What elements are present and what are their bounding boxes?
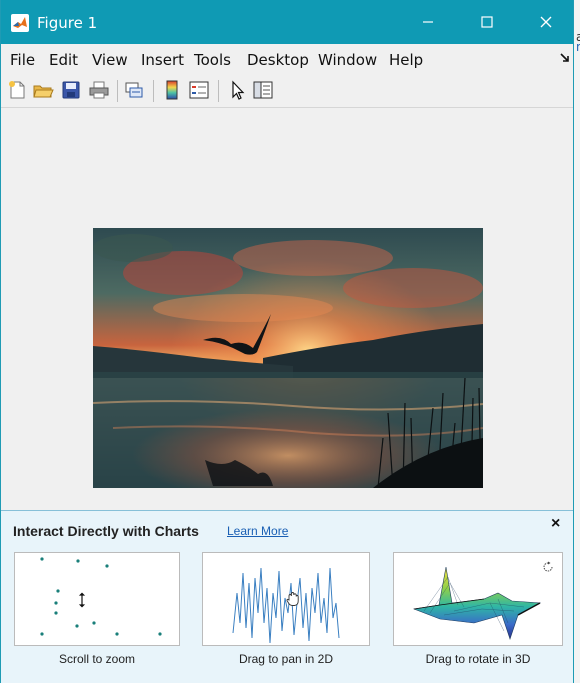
maximize-button[interactable]: [464, 0, 510, 44]
save-icon[interactable]: [60, 79, 82, 101]
background-text-fragment: n: [576, 40, 580, 54]
edit-plot-icon[interactable]: [226, 79, 248, 101]
figure-window: Figure 1 File Edit View Insert Tools Des…: [0, 0, 574, 683]
pan-tip-card: [202, 552, 370, 646]
scroll-zoom-caption: Scroll to zoom: [58, 652, 136, 666]
rotate-tip-card: [393, 552, 563, 646]
scroll-zoom-tip-card: [14, 552, 180, 646]
maximize-icon: [481, 16, 493, 28]
dock-figure-icon[interactable]: [559, 52, 571, 64]
surface-plot-thumbnail: [412, 566, 542, 640]
toolbar-separator: [218, 80, 219, 102]
link-plot-icon[interactable]: [123, 79, 145, 101]
rotate-caption: Drag to rotate in 3D: [425, 652, 531, 666]
scatter-plot-thumbnail: [40, 557, 162, 636]
menu-insert[interactable]: Insert: [141, 51, 184, 69]
rotate-cursor-icon: [543, 561, 553, 572]
menu-edit[interactable]: Edit: [49, 51, 78, 69]
learn-more-link[interactable]: Learn More: [227, 524, 288, 538]
close-icon: [540, 16, 552, 28]
minimize-button[interactable]: [405, 0, 451, 44]
menu-bar: File Edit View Insert Tools Desktop Wind…: [1, 44, 573, 74]
menu-desktop[interactable]: Desktop: [247, 51, 309, 69]
matlab-logo-icon: [11, 14, 29, 32]
menu-file[interactable]: File: [10, 51, 35, 69]
figure-canvas[interactable]: [1, 108, 573, 510]
window-title: Figure 1: [37, 14, 98, 32]
menu-window[interactable]: Window: [318, 51, 377, 69]
panel-close-button[interactable]: ×: [551, 515, 560, 533]
figure-toolbar: [1, 74, 573, 108]
sunset-lake-bird-photo: [93, 228, 483, 488]
toolbar-separator: [153, 80, 154, 102]
property-inspector-icon[interactable]: [252, 79, 274, 101]
menu-view[interactable]: View: [92, 51, 128, 69]
title-bar[interactable]: Figure 1: [1, 0, 573, 44]
pan-caption: Drag to pan in 2D: [238, 652, 334, 666]
print-icon[interactable]: [88, 79, 110, 101]
minimize-icon: [423, 21, 433, 23]
new-figure-icon[interactable]: [6, 79, 28, 101]
insert-colorbar-icon[interactable]: [161, 79, 183, 101]
menu-help[interactable]: Help: [389, 51, 423, 69]
close-button[interactable]: [523, 0, 569, 44]
insert-legend-icon[interactable]: [188, 79, 210, 101]
panel-title: Interact Directly with Charts: [13, 523, 199, 539]
menu-tools[interactable]: Tools: [194, 51, 231, 69]
toolbar-separator: [117, 80, 118, 102]
scroll-zoom-cursor-icon: [77, 591, 87, 609]
hand-pan-cursor-icon: [286, 592, 299, 606]
open-file-icon[interactable]: [32, 79, 54, 101]
interactions-info-panel: Interact Directly with Charts Learn More…: [1, 510, 573, 683]
